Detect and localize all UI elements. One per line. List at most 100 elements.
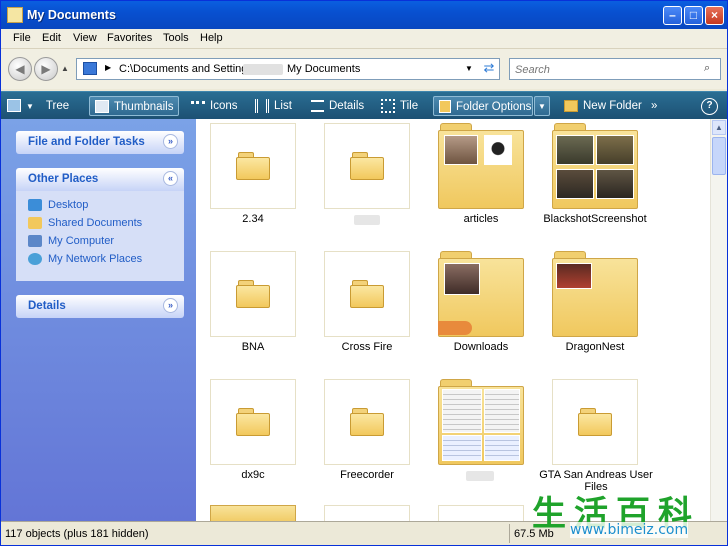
folder-item[interactable]: 2.34 bbox=[198, 119, 298, 239]
item-label: articles bbox=[463, 213, 499, 225]
address-field[interactable]: ▶ C:\Documents and Settings\ My Document… bbox=[76, 58, 500, 80]
thumbnail-frame bbox=[210, 379, 296, 465]
list-label: List bbox=[274, 100, 292, 112]
preview-image bbox=[484, 389, 520, 433]
new-folder-label: New Folder bbox=[583, 100, 642, 112]
watermark-url: www.bimeiz.com bbox=[570, 522, 689, 538]
menu-favorites[interactable]: Favorites bbox=[107, 32, 152, 44]
collapse-chevron-icon[interactable]: « bbox=[163, 171, 178, 186]
item-label: Cross Fire bbox=[341, 341, 393, 353]
minimize-button[interactable]: – bbox=[663, 6, 682, 25]
file-folder-tasks-header[interactable]: File and Folder Tasks » bbox=[16, 131, 184, 154]
place-desktop[interactable]: Desktop bbox=[28, 199, 88, 215]
folder-item[interactable]: dx9c bbox=[198, 375, 298, 495]
breadcrumb-arrow-icon: ▶ bbox=[105, 63, 112, 72]
folder-item[interactable] bbox=[426, 375, 526, 495]
thumbnail-frame bbox=[324, 251, 410, 337]
thumbnails-button[interactable]: Thumbnails bbox=[89, 96, 179, 116]
thumbnail-frame bbox=[438, 251, 524, 337]
folder-icon bbox=[350, 152, 384, 180]
folder-item[interactable] bbox=[438, 505, 524, 521]
item-label: BlackshotScreenshot bbox=[543, 213, 647, 225]
search-icon[interactable]: ⌕ bbox=[704, 62, 710, 75]
folder-item[interactable] bbox=[210, 505, 296, 521]
thumbnail-frame bbox=[210, 123, 296, 209]
folder-item[interactable]: Freecorder bbox=[312, 375, 412, 495]
place-my-network-places[interactable]: My Network Places bbox=[28, 253, 142, 269]
tile-button[interactable]: Tile bbox=[381, 96, 418, 116]
new-folder-button[interactable]: New Folder bbox=[564, 96, 642, 116]
folder-item[interactable]: Cross Fire bbox=[312, 247, 412, 367]
preview-image bbox=[556, 263, 592, 289]
address-path-tail: My Documents bbox=[287, 63, 361, 75]
folder-item[interactable] bbox=[324, 505, 410, 521]
address-path: C:\Documents and Settings\ bbox=[119, 63, 256, 75]
thumbnails-label: Thumbnails bbox=[114, 101, 174, 113]
icons-button[interactable]: Icons bbox=[191, 96, 238, 116]
search-box[interactable]: ⌕ bbox=[509, 58, 721, 80]
menu-file[interactable]: File bbox=[13, 32, 31, 44]
folder-options-dropdown[interactable]: ▼ bbox=[534, 96, 550, 116]
help-icon[interactable]: ? bbox=[701, 98, 718, 115]
tree-icon bbox=[7, 99, 21, 113]
folder-item[interactable]: articles bbox=[426, 119, 526, 239]
icons-label: Icons bbox=[210, 100, 238, 112]
preview-image bbox=[444, 263, 480, 295]
menu-tools[interactable]: Tools bbox=[163, 32, 189, 44]
other-places-list: Desktop Shared Documents My Computer My … bbox=[16, 191, 184, 281]
folder-item[interactable] bbox=[312, 119, 412, 239]
folder-item[interactable]: BlackshotScreenshot bbox=[540, 119, 647, 239]
search-input[interactable] bbox=[513, 61, 697, 78]
redacted-username bbox=[243, 64, 283, 75]
menu-help[interactable]: Help bbox=[200, 32, 223, 44]
vertical-scrollbar[interactable]: ▲ bbox=[710, 119, 727, 521]
folder-options-button[interactable]: Folder Options bbox=[433, 96, 533, 116]
item-label: dx9c bbox=[241, 469, 265, 481]
folder-item[interactable]: GTA San Andreas User Files bbox=[539, 375, 653, 495]
list-button[interactable]: List bbox=[255, 96, 292, 116]
details-button[interactable]: Details bbox=[311, 96, 364, 116]
folder-item[interactable]: BNA bbox=[198, 247, 298, 367]
forward-button[interactable]: ▶ bbox=[34, 57, 58, 81]
thumbnail-frame bbox=[324, 123, 410, 209]
menu-bar: File Edit View Favorites Tools Help bbox=[1, 29, 727, 49]
window-title: My Documents bbox=[27, 8, 116, 22]
scroll-thumb[interactable] bbox=[712, 137, 726, 175]
other-places-header[interactable]: Other Places « bbox=[16, 168, 184, 191]
folder-item[interactable]: DragonNest bbox=[540, 247, 640, 367]
list-view-icon bbox=[255, 98, 269, 113]
more-button[interactable]: » bbox=[651, 96, 657, 116]
menu-edit[interactable]: Edit bbox=[42, 32, 61, 44]
other-places-title: Other Places bbox=[28, 173, 99, 185]
thumbnails-icon bbox=[95, 100, 109, 114]
item-label: BNA bbox=[241, 341, 265, 353]
thumbnail-frame bbox=[210, 251, 296, 337]
tree-button[interactable]: ▼ Tree bbox=[7, 96, 69, 116]
details-header[interactable]: Details » bbox=[16, 295, 184, 318]
item-label: DragonNest bbox=[565, 341, 625, 353]
preview-image bbox=[444, 135, 478, 165]
folder-item[interactable]: Downloads bbox=[426, 247, 526, 367]
refresh-icon[interactable]: ⇄ bbox=[479, 60, 499, 78]
expand-chevron-icon[interactable]: » bbox=[163, 298, 178, 313]
menu-view[interactable]: View bbox=[73, 32, 97, 44]
title-bar[interactable]: My Documents – □ × bbox=[1, 1, 727, 29]
close-button[interactable]: × bbox=[705, 6, 724, 25]
preview-image bbox=[442, 389, 482, 433]
preview-image bbox=[596, 135, 634, 165]
folder-icon bbox=[236, 280, 270, 308]
up-arrow-icon[interactable]: ▲ bbox=[61, 64, 69, 73]
status-object-count: 117 objects (plus 181 hidden) bbox=[5, 528, 149, 540]
scroll-up-icon[interactable]: ▲ bbox=[712, 120, 726, 135]
thumbnail-frame bbox=[552, 379, 638, 465]
dropdown-icon[interactable]: ▼ bbox=[465, 64, 473, 73]
expand-chevron-icon[interactable]: » bbox=[163, 134, 178, 149]
tree-label: Tree bbox=[45, 100, 70, 112]
place-shared-documents[interactable]: Shared Documents bbox=[28, 217, 142, 233]
thumbnail-frame bbox=[552, 123, 638, 209]
maximize-button[interactable]: □ bbox=[684, 6, 703, 25]
item-label: Downloads bbox=[453, 341, 509, 353]
place-my-computer[interactable]: My Computer bbox=[28, 235, 114, 251]
back-button[interactable]: ◀ bbox=[8, 57, 32, 81]
folder-icon bbox=[236, 408, 270, 436]
